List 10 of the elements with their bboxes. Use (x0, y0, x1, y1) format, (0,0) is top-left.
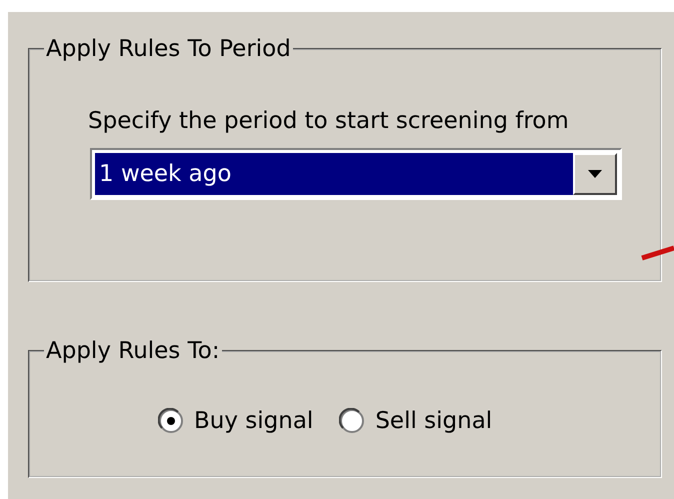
prompt-text: Specify the period to start screening from (88, 108, 570, 134)
dropdown-value: 1 week ago (95, 153, 573, 195)
radio-option[interactable]: Buy signal (158, 408, 314, 434)
period-dropdown[interactable]: 1 week ago (90, 148, 622, 200)
group-title: Apply Rules To: (45, 338, 221, 364)
radio-icon[interactable] (158, 408, 184, 434)
group-title: Apply Rules To Period (45, 36, 292, 62)
radio-icon[interactable] (339, 408, 366, 434)
annotation-stroke-icon (640, 244, 674, 262)
radio-option[interactable]: Sell signal (339, 408, 492, 434)
